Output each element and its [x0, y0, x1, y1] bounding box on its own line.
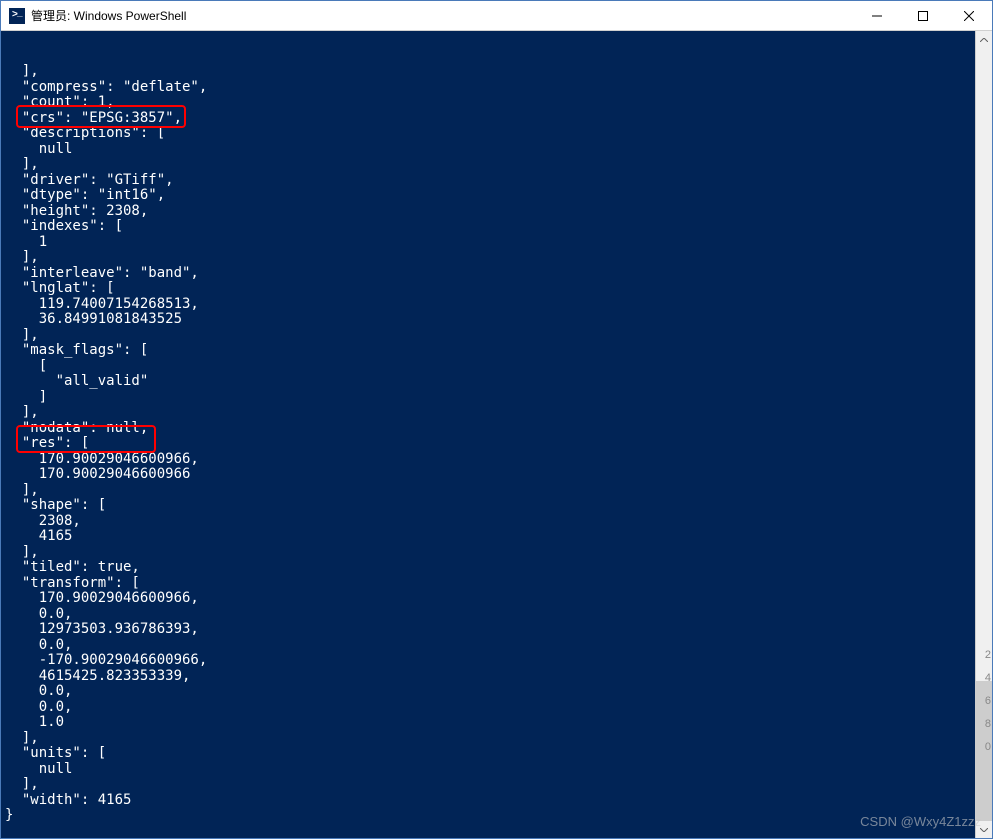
terminal-text: ], "compress": "deflate", "count": 1, "c… — [5, 64, 971, 824]
maximize-icon — [918, 11, 928, 21]
powershell-window: 管理员: Windows PowerShell ], "compress": "… — [0, 0, 993, 839]
titlebar[interactable]: 管理员: Windows PowerShell — [1, 1, 992, 31]
maximize-button[interactable] — [900, 1, 946, 30]
close-icon — [964, 11, 974, 21]
scroll-down-button[interactable] — [976, 821, 992, 838]
background-line-numbers: 24680 — [985, 644, 993, 759]
terminal-output[interactable]: ], "compress": "deflate", "count": 1, "c… — [1, 31, 975, 838]
minimize-button[interactable] — [854, 1, 900, 30]
window-title: 管理员: Windows PowerShell — [31, 7, 854, 24]
terminal-area: ], "compress": "deflate", "count": 1, "c… — [1, 31, 992, 838]
chevron-down-icon — [980, 828, 988, 832]
close-button[interactable] — [946, 1, 992, 30]
minimize-icon — [872, 11, 882, 21]
powershell-icon — [9, 8, 25, 24]
window-controls — [854, 1, 992, 30]
chevron-up-icon — [980, 38, 988, 42]
scroll-up-button[interactable] — [976, 31, 992, 48]
